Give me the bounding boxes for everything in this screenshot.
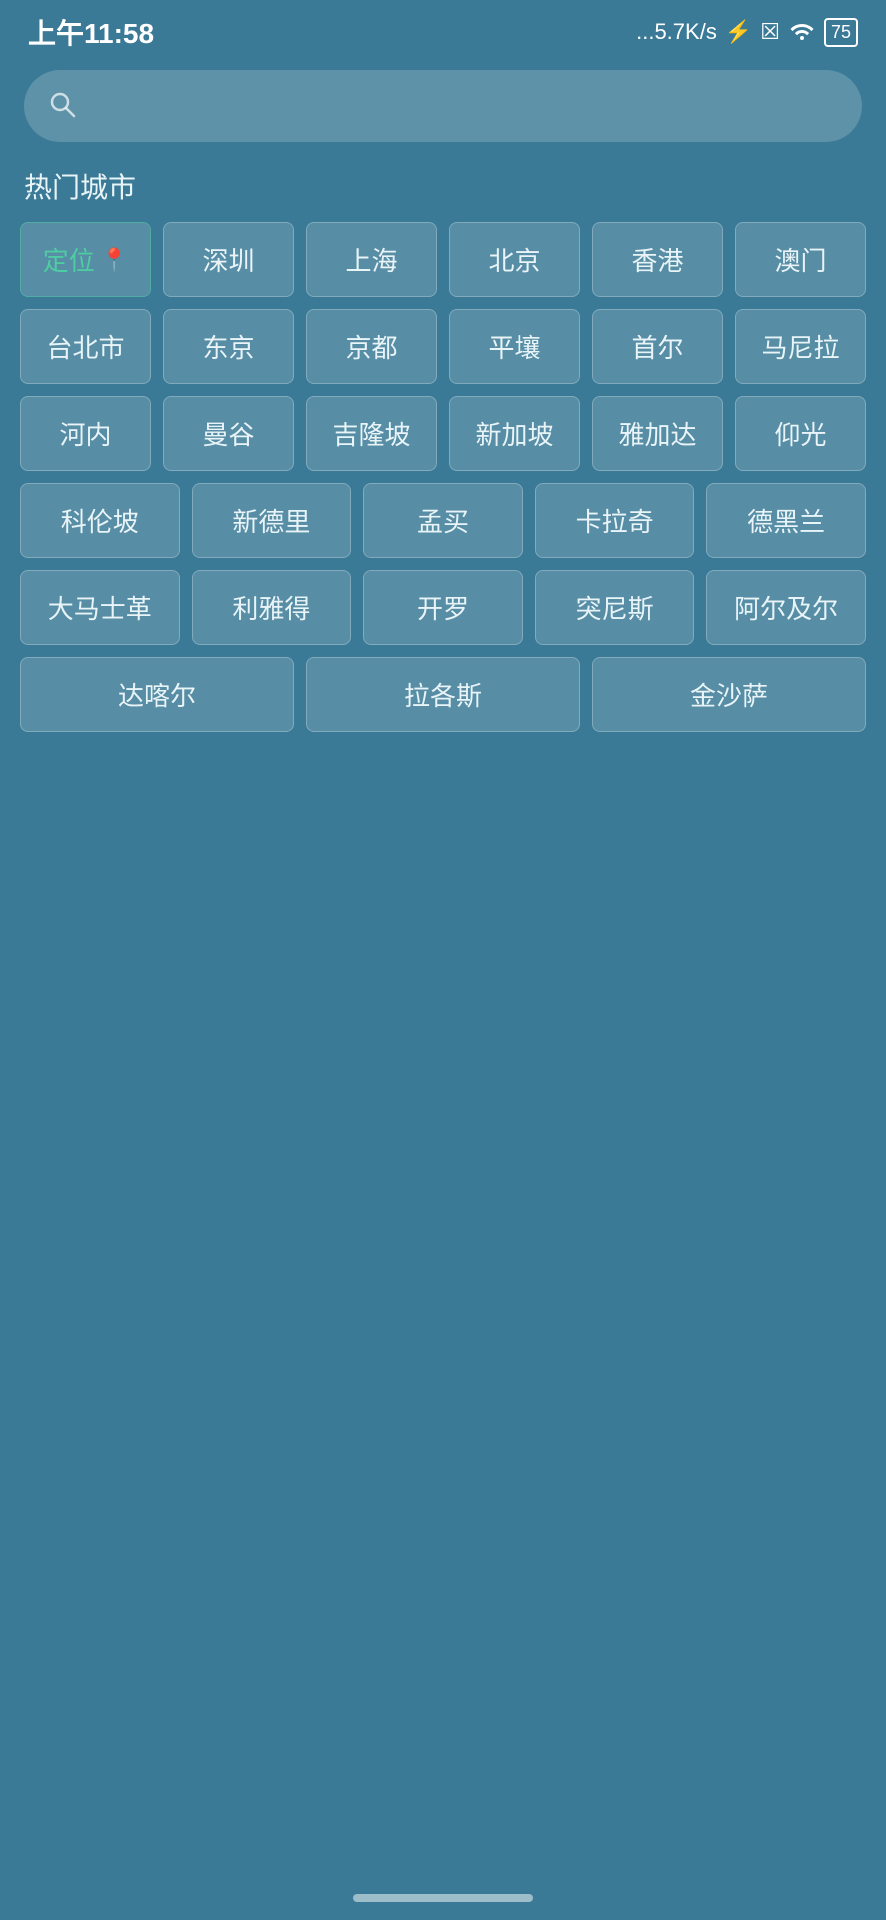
city-btn-newdelhi[interactable]: 新德里 (192, 483, 352, 558)
city-btn-dakar[interactable]: 达喀尔 (20, 657, 294, 732)
status-icons: ...5.7K/s ⚡ ☒ 75 (636, 18, 858, 47)
city-btn-kualalumpur[interactable]: 吉隆坡 (306, 396, 437, 471)
city-btn-karachi[interactable]: 卡拉奇 (535, 483, 695, 558)
city-btn-kinshasa[interactable]: 金沙萨 (592, 657, 866, 732)
city-btn-mumbai[interactable]: 孟买 (363, 483, 523, 558)
city-btn-macao[interactable]: 澳门 (735, 222, 866, 297)
city-btn-cairo[interactable]: 开罗 (363, 570, 523, 645)
city-btn-lagos[interactable]: 拉各斯 (306, 657, 580, 732)
city-row-3: 河内 曼谷 吉隆坡 新加坡 雅加达 仰光 (20, 396, 866, 471)
home-indicator (353, 1894, 533, 1902)
wifi-icon (788, 18, 816, 46)
city-row-6: 达喀尔 拉各斯 金沙萨 (20, 657, 866, 732)
city-btn-tunis[interactable]: 突尼斯 (535, 570, 695, 645)
city-btn-jakarta[interactable]: 雅加达 (592, 396, 723, 471)
city-btn-kyoto[interactable]: 京都 (306, 309, 437, 384)
network-speed: ...5.7K/s (636, 19, 717, 45)
bluetooth-icon: ⚡ (725, 19, 752, 45)
city-btn-shenzhen[interactable]: 深圳 (163, 222, 294, 297)
search-icon (48, 90, 76, 123)
city-btn-seoul[interactable]: 首尔 (592, 309, 723, 384)
section-title: 热门城市 (0, 158, 886, 222)
city-btn-manila[interactable]: 马尼拉 (735, 309, 866, 384)
locate-label: 定位 (43, 241, 95, 278)
city-btn-pyongyang[interactable]: 平壤 (449, 309, 580, 384)
city-btn-taipei[interactable]: 台北市 (20, 309, 151, 384)
city-row-4: 科伦坡 新德里 孟买 卡拉奇 德黑兰 (20, 483, 866, 558)
city-row-1: 定位 📍 深圳 上海 北京 香港 澳门 (20, 222, 866, 297)
status-time: 上午11:58 (28, 12, 154, 52)
city-btn-beijing[interactable]: 北京 (449, 222, 580, 297)
search-input[interactable] (90, 90, 838, 122)
city-btn-algiers[interactable]: 阿尔及尔 (706, 570, 866, 645)
city-row-2: 台北市 东京 京都 平壤 首尔 马尼拉 (20, 309, 866, 384)
city-btn-locate[interactable]: 定位 📍 (20, 222, 151, 297)
city-btn-shanghai[interactable]: 上海 (306, 222, 437, 297)
city-btn-bangkok[interactable]: 曼谷 (163, 396, 294, 471)
search-container (0, 60, 886, 158)
battery-indicator: 75 (824, 18, 858, 47)
city-btn-hanoi[interactable]: 河内 (20, 396, 151, 471)
city-btn-colombo[interactable]: 科伦坡 (20, 483, 180, 558)
city-btn-riyadh[interactable]: 利雅得 (192, 570, 352, 645)
search-bar[interactable] (24, 70, 862, 142)
city-row-5: 大马士革 利雅得 开罗 突尼斯 阿尔及尔 (20, 570, 866, 645)
location-icon: 📍 (101, 247, 128, 273)
status-bar: 上午11:58 ...5.7K/s ⚡ ☒ 75 (0, 0, 886, 60)
city-btn-tehran[interactable]: 德黑兰 (706, 483, 866, 558)
city-btn-singapore[interactable]: 新加坡 (449, 396, 580, 471)
city-btn-hongkong[interactable]: 香港 (592, 222, 723, 297)
city-btn-tokyo[interactable]: 东京 (163, 309, 294, 384)
signal-x-icon: ☒ (760, 19, 780, 45)
city-grid: 定位 📍 深圳 上海 北京 香港 澳门 台北市 东京 京都 平壤 首尔 马尼拉 … (0, 222, 886, 732)
city-btn-damascus[interactable]: 大马士革 (20, 570, 180, 645)
city-btn-yangon[interactable]: 仰光 (735, 396, 866, 471)
